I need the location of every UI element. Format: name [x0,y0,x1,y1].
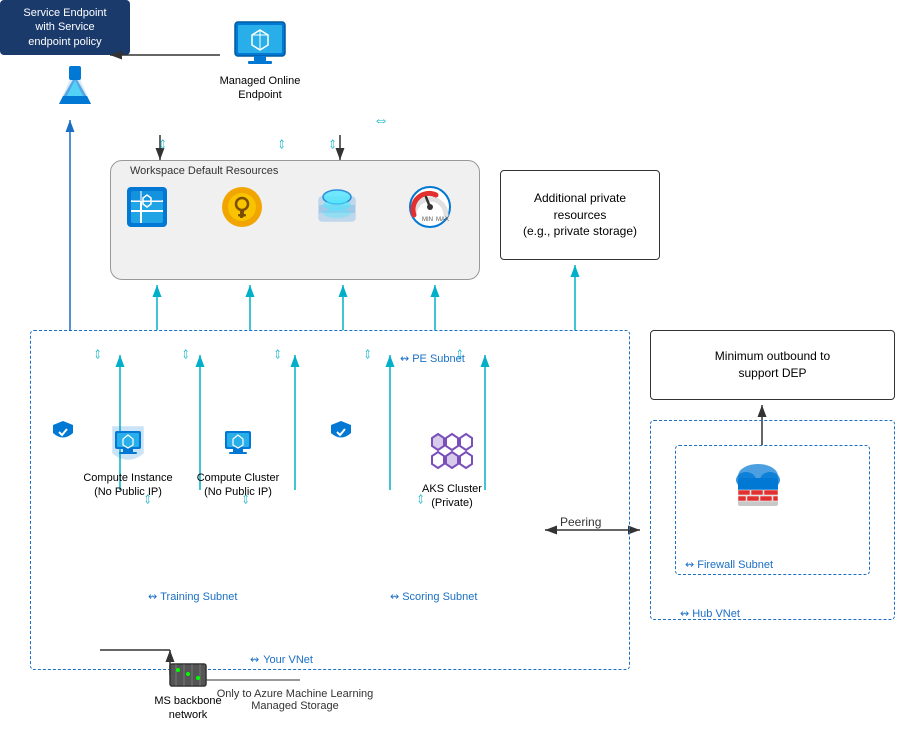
only-to-azure-label: Only to Azure Machine Learning Managed S… [210,688,380,712]
spoke-vnet-box [30,330,630,670]
dataset-svg [125,185,169,229]
workspace-appinsights-icon: MIN MAX [408,185,452,229]
teal-arrow-1: ⇔ [89,346,107,362]
min-outbound-label: Minimum outbound to support DEP [715,348,830,382]
compute-instance-svg [103,425,153,467]
service-endpoint-box: Service Endpoint with Service endpoint p… [0,0,130,55]
svg-text:MIN: MIN [422,217,433,223]
compute-instance-label: Compute Instance (No Public IP) [83,471,172,500]
teal-arrow-3: ⇔ [269,346,287,362]
teal-arrow-top-3: ⇔ [324,136,342,152]
appinsights-svg: MIN MAX [408,185,452,229]
peering-label: Peering [560,515,601,529]
min-outbound-box: Minimum outbound to support DEP [650,330,895,400]
service-endpoint-label: Service Endpoint with Service endpoint p… [23,6,106,49]
ms-backbone-svg [168,660,208,690]
compute-cluster-block: Compute Cluster (No Public IP) [178,425,298,500]
private-resources-box: Additional private resources (e.g., priv… [500,170,660,260]
compute-cluster-label: Compute Cluster (No Public IP) [197,471,280,500]
scoring-subnet-label: ↭Scoring Subnet [390,590,477,603]
workspace-dataset-icon [125,185,169,229]
storage-svg [315,185,359,229]
teal-arrow-2: ⇔ [177,346,195,362]
aks-cluster-label: AKS Cluster (Private) [422,482,482,511]
managed-online-endpoint-block: Managed Online Endpoint [200,20,320,103]
teal-arrow-top-4: ⇔ [373,112,389,130]
your-vnet-label: ↭Your VNet [250,653,313,666]
hub-vnet-label: ↭Hub VNet [680,607,740,620]
keyvault-svg [220,185,264,229]
shield-compute-icon [52,420,74,444]
private-resources-label: Additional private resources (e.g., priv… [523,190,637,240]
svg-text:MAX: MAX [436,217,449,223]
shield-cluster-icon [330,420,352,444]
firewall-icon-block [730,460,786,510]
firewall-subnet-label: ↭Firewall Subnet [685,558,773,571]
training-subnet-label: ↭Training Subnet [148,590,237,603]
compute-cluster-svg [213,425,263,467]
workspace-keyvault-icon [220,185,264,229]
firewall-svg [730,460,786,510]
teal-arrow-top-1: ⇔ [154,136,172,152]
teal-arrow-top-2: ⇔ [273,136,291,152]
compute-instance-block: Compute Instance (No Public IP) [68,425,188,500]
azure-ml-icon-block [40,60,110,112]
teal-arrow-4: ⇔ [359,346,377,362]
aks-cluster-block: AKS Cluster (Private) [392,430,512,511]
managed-online-endpoint-label: Managed Online Endpoint [220,74,301,103]
workspace-storage-icon [315,185,359,229]
managed-online-endpoint-icon [230,20,290,70]
workspace-label: Workspace Default Resources [130,165,278,177]
azure-ml-icon [49,60,101,112]
diagram-container: Managed Online Endpoint Workspace Defaul… [0,0,919,735]
teal-arrow-5: ⇔ [451,346,469,362]
aks-svg [424,430,480,478]
